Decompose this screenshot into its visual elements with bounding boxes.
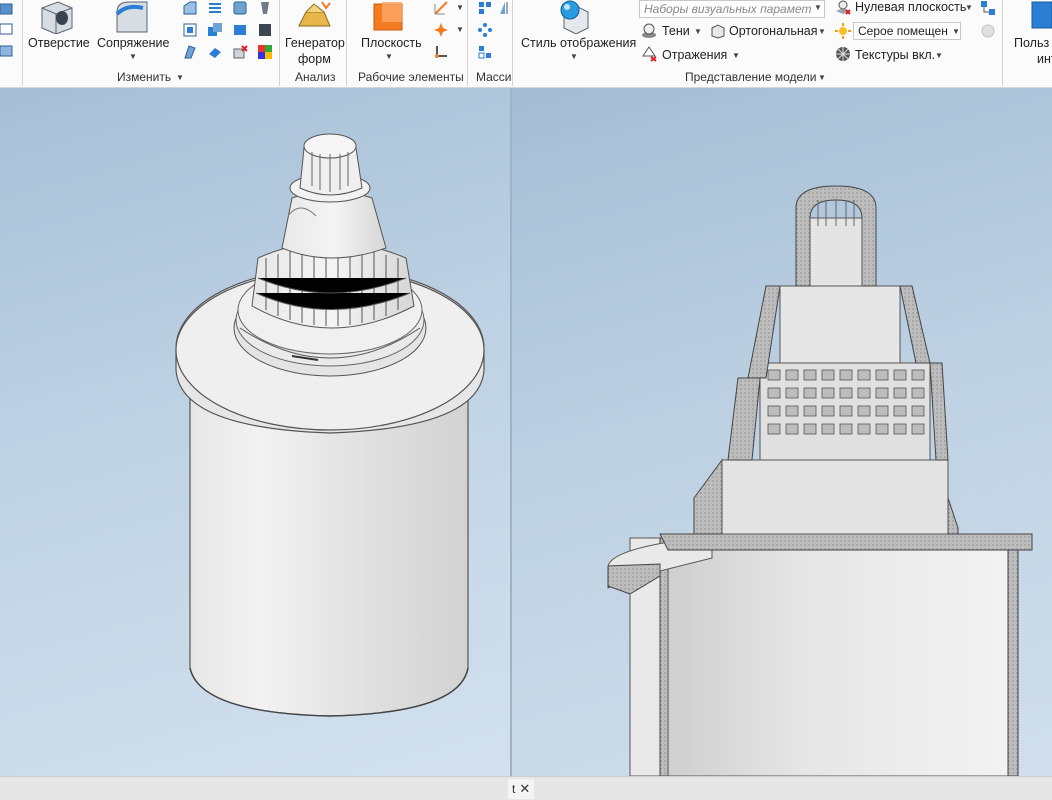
circular-pattern-icon[interactable] [477,22,493,38]
left-edge-tool-icons[interactable] [0,2,16,66]
mirror-icon[interactable] [497,0,513,16]
fillet-icon[interactable] [113,0,151,34]
chamfer-icon[interactable] [182,0,198,16]
shell-icon[interactable] [232,0,248,16]
delete-face-icon[interactable] [232,44,248,60]
ground-plane-button[interactable]: Нулевая плоскость [855,0,966,14]
document-tab[interactable]: t ✕ [508,779,535,799]
user-interface-button[interactable]: Польз [1014,36,1049,50]
ground-plane-dropdown-icon[interactable]: ▼ [965,3,973,12]
plane-dropdown-icon[interactable]: ▼ [385,52,393,61]
reflections-icon[interactable] [641,46,657,62]
view-group-label: Представление модели [685,70,817,84]
plane-button[interactable]: Плоскость [361,36,422,50]
hole-icon[interactable] [38,0,76,34]
filter-cartridge-section-model [607,185,1033,776]
ucs-icon[interactable] [433,44,449,60]
replace-face-icon[interactable] [207,44,223,60]
thread-icon[interactable] [207,0,223,16]
user-interface-icon[interactable] [1030,0,1052,30]
viewport-left[interactable] [0,88,510,776]
ribbon: Отверстие Сопряжение ▼ Изменить ▼ Генера… [0,0,1052,88]
shadows-dropdown-icon[interactable]: ▼ [694,27,702,36]
hole-button[interactable]: Отверстие [28,36,90,50]
textures-dropdown-icon[interactable]: ▼ [935,51,943,60]
combine-icon[interactable] [207,22,223,38]
shape-generator-button[interactable]: Генератор [285,36,345,50]
lighting-dropdown-icon[interactable]: ▼ [952,27,960,36]
sketch-driven-pattern-icon[interactable] [477,44,493,60]
lighting-icon[interactable] [835,23,851,39]
reflections-button[interactable]: Отражения [662,48,727,62]
document-tab-label[interactable]: t [512,782,515,796]
shape-generator-icon[interactable] [296,0,332,32]
plane-icon[interactable] [372,0,406,32]
filter-cartridge-model [175,133,485,717]
split-icon[interactable] [182,22,198,38]
textures-button[interactable]: Текстуры вкл. [855,48,935,62]
visual-presets-combobox[interactable]: Наборы визуальных парамет [639,0,825,18]
work-axis-dropdown-icon[interactable]: ▼ [456,3,464,12]
user-interface-button-line2[interactable]: инт [1037,52,1052,66]
close-tab-icon[interactable]: ✕ [519,781,530,796]
object-visibility-icon[interactable] [980,0,996,16]
textures-icon[interactable] [835,46,851,62]
visual-style-dropdown-icon[interactable]: ▼ [570,52,578,61]
disabled-sphere-icon [981,24,995,38]
color-override-icon[interactable] [257,44,273,60]
work-axis-icon[interactable] [433,0,449,16]
move-face-icon[interactable] [232,22,248,38]
modify-group-label: Изменить [117,70,172,84]
reflections-dropdown-icon[interactable]: ▼ [732,51,740,60]
orthographic-dropdown-icon[interactable]: ▼ [818,27,826,36]
lighting-combobox[interactable]: Серое помещен [853,22,961,40]
work-point-icon[interactable] [433,22,449,38]
shadows-button[interactable]: Тени [662,24,690,38]
work-point-dropdown-icon[interactable]: ▼ [456,25,464,34]
viewport-right[interactable] [512,88,1052,776]
thicken-icon[interactable] [182,44,198,60]
visual-style-button[interactable]: Стиль отображения [521,36,636,50]
pattern-group-label: Масси [476,70,512,84]
modify-group-expand-icon[interactable]: ▼ [176,73,184,82]
direct-edit-icon[interactable] [257,22,273,38]
shadows-icon[interactable] [641,23,657,39]
document-tab-bar: t ✕ [0,776,1052,800]
analysis-group-label: Анализ [295,70,336,84]
rectangular-pattern-icon[interactable] [477,0,493,16]
fillet-dropdown-icon[interactable]: ▼ [129,52,137,61]
visual-style-icon[interactable] [556,0,592,34]
ground-plane-icon[interactable] [835,0,851,16]
orthographic-icon[interactable] [710,23,726,39]
work-features-group-label: Рабочие элементы [358,70,464,84]
draft-icon[interactable] [257,0,273,16]
fillet-button[interactable]: Сопряжение [97,36,169,50]
visual-presets-dropdown-icon[interactable]: ▼ [814,3,822,12]
view-group-expand-icon[interactable]: ▼ [818,73,826,82]
shape-generator-button-line2[interactable]: форм [298,52,331,66]
orthographic-button[interactable]: Ортогональная [729,24,817,38]
